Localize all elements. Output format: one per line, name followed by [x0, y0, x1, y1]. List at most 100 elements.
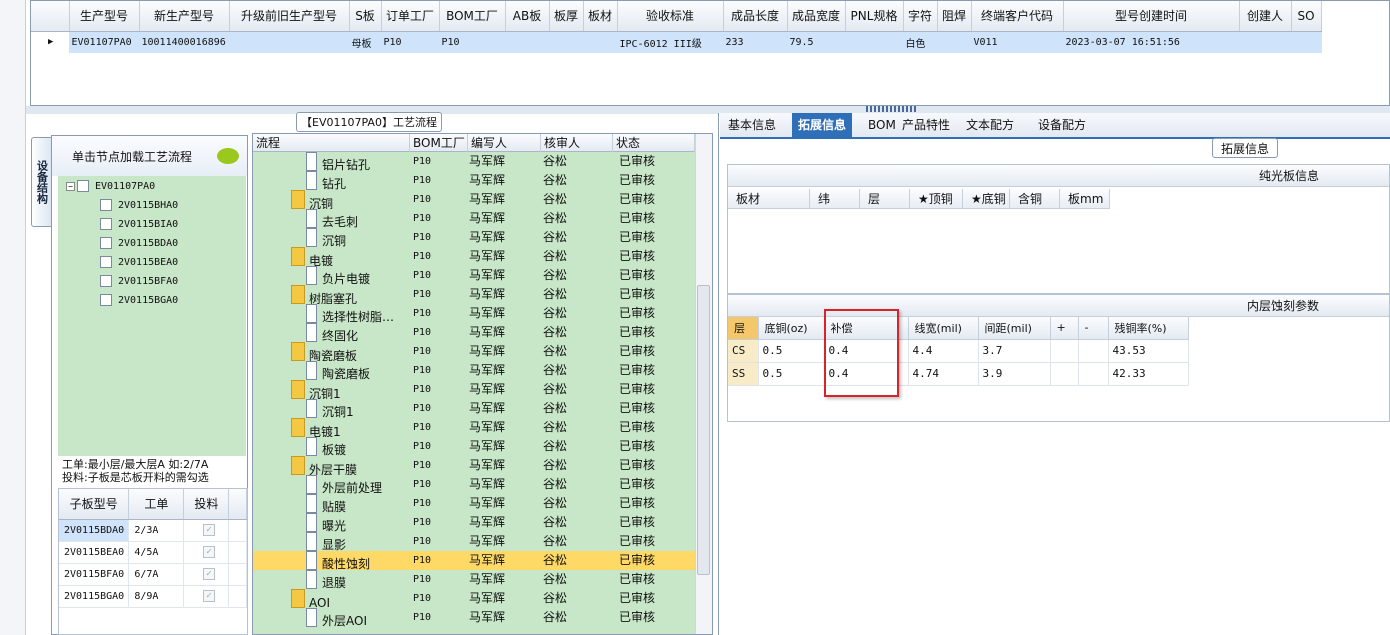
- tree-node-child[interactable]: 2V0115BEA0: [100, 253, 178, 271]
- process-row[interactable]: 电镀1 P10 马军辉 谷松 已审核: [253, 418, 695, 437]
- sub-grid-row[interactable]: 2V0115BGA0 8/9A ✓: [59, 585, 247, 608]
- board-tree[interactable]: − EV01107PA0 2V0115BHA0 2V0115BIA0 2V0115BDA…: [58, 176, 246, 456]
- grid-col-header[interactable]: 成品宽度: [787, 1, 846, 32]
- tree-node-root[interactable]: − EV01107PA0: [66, 177, 155, 195]
- process-step-name[interactable]: 负片电镀: [306, 266, 416, 285]
- inner-etch-cell[interactable]: [1078, 362, 1109, 386]
- process-step-name[interactable]: 终固化: [306, 323, 416, 342]
- tree-checkbox[interactable]: [100, 237, 112, 249]
- process-step-name[interactable]: 电镀1: [291, 418, 401, 437]
- tree-node-child[interactable]: 2V0115BDA0: [100, 234, 178, 252]
- process-row[interactable]: 显影 P10 马军辉 谷松 已审核: [253, 532, 695, 551]
- feeding-cell[interactable]: ✓: [183, 541, 230, 564]
- process-step-name[interactable]: 选择性树脂…: [306, 304, 416, 323]
- grid-cell[interactable]: EV01107PA0: [69, 31, 140, 53]
- grid-cell[interactable]: P10: [381, 31, 440, 53]
- process-step-name[interactable]: 沉铜1: [291, 380, 401, 399]
- grid-col-header[interactable]: BOM工厂: [439, 1, 506, 32]
- inner-etch-cell[interactable]: 0.5: [758, 339, 825, 363]
- sub-board-workorder[interactable]: 6/7A: [128, 563, 185, 586]
- plain-board-col[interactable]: ★底铜: [963, 189, 1010, 209]
- process-step-name[interactable]: 沉铜: [291, 190, 401, 209]
- plain-board-col[interactable]: 板材: [728, 189, 810, 209]
- process-row[interactable]: 陶瓷磨板 P10 马军辉 谷松 已审核: [253, 361, 695, 380]
- process-row[interactable]: 酸性蚀刻 P10 马军辉 谷松 已审核: [253, 551, 695, 570]
- grid-col-header[interactable]: 板厚: [549, 1, 584, 32]
- grid-cell[interactable]: [583, 31, 618, 53]
- tab-4[interactable]: 文本配方: [960, 113, 1020, 137]
- grid-selected-row[interactable]: ▶ EV01107PA0 10011400016896 母板 P10 P10 IPC-601…: [31, 31, 1322, 53]
- inner-etch-cell[interactable]: 4.74: [908, 362, 979, 386]
- side-tab-equipment-structure[interactable]: 设备结构: [31, 137, 51, 227]
- inner-etch-col[interactable]: 底铜(oz): [758, 317, 825, 340]
- inner-etch-row[interactable]: SS 0.5 0.4 4.74 3.9 42.33: [728, 362, 1189, 386]
- process-step-name[interactable]: 陶瓷磨板: [306, 361, 416, 380]
- inner-etch-col[interactable]: +: [1050, 317, 1079, 340]
- process-row[interactable]: 沉铜 P10 马军辉 谷松 已审核: [253, 190, 695, 209]
- sub-grid-row[interactable]: 2V0115BDA0 2/3A ✓: [59, 519, 247, 542]
- grid-cell[interactable]: [1291, 31, 1322, 53]
- plain-board-col[interactable]: 含铜: [1010, 189, 1060, 209]
- process-col-header[interactable]: 核审人: [541, 134, 613, 152]
- plain-board-col[interactable]: 层: [860, 189, 910, 209]
- process-step-name[interactable]: 树脂塞孔: [291, 285, 401, 304]
- grid-col-header[interactable]: 字符: [903, 1, 938, 32]
- process-step-name[interactable]: 沉铜: [306, 228, 416, 247]
- sub-board-grid[interactable]: 子板型号 工单 投料 2V0115BDA0 2/3A ✓ 2V0115BEA0 4/5A ✓ 2…: [58, 488, 248, 635]
- process-step-name[interactable]: 外层前处理: [306, 475, 416, 494]
- grid-col-header[interactable]: SO: [1291, 1, 1322, 32]
- process-row[interactable]: AOI P10 马军辉 谷松 已审核: [253, 589, 695, 608]
- tree-checkbox[interactable]: [100, 218, 112, 230]
- inner-etch-row[interactable]: CS 0.5 0.4 4.4 3.7 43.53: [728, 339, 1189, 363]
- sub-board-model[interactable]: 2V0115BGA0: [59, 585, 130, 608]
- grid-cell[interactable]: [1239, 31, 1292, 53]
- grid-col-header[interactable]: 成品长度: [723, 1, 788, 32]
- sub-grid-col[interactable]: 子板型号: [59, 489, 130, 520]
- plain-board-col[interactable]: 板mm: [1060, 189, 1110, 209]
- process-step-name[interactable]: 外层干膜: [291, 456, 401, 475]
- sub-board-workorder[interactable]: 4/5A: [128, 541, 185, 564]
- grid-col-header[interactable]: 阻焊: [937, 1, 972, 32]
- process-row[interactable]: 去毛刺 P10 马军辉 谷松 已审核: [253, 209, 695, 228]
- grid-col-header[interactable]: 终端客户代码: [971, 1, 1064, 32]
- sub-board-model[interactable]: 2V0115BDA0: [59, 519, 130, 542]
- tree-checkbox[interactable]: [100, 199, 112, 211]
- sub-grid-col[interactable]: 投料: [183, 489, 230, 520]
- sub-board-workorder[interactable]: 8/9A: [128, 585, 185, 608]
- inner-etch-col[interactable]: 线宽(mil): [908, 317, 979, 340]
- process-row[interactable]: 电镀 P10 马军辉 谷松 已审核: [253, 247, 695, 266]
- inner-etch-cell[interactable]: 42.33: [1108, 362, 1189, 386]
- process-step-name[interactable]: 去毛刺: [306, 209, 416, 228]
- process-step-name[interactable]: 沉铜1: [306, 399, 416, 418]
- grid-cell[interactable]: [845, 31, 904, 53]
- inner-etch-cell[interactable]: 0.5: [758, 362, 825, 386]
- feeding-checkbox[interactable]: ✓: [202, 590, 215, 602]
- process-row[interactable]: 沉铜1 P10 马军辉 谷松 已审核: [253, 399, 695, 418]
- grid-cell[interactable]: [505, 31, 550, 53]
- inner-etch-col[interactable]: 间距(mil): [978, 317, 1051, 340]
- process-row[interactable]: 曝光 P10 马军辉 谷松 已审核: [253, 513, 695, 532]
- process-step-name[interactable]: 钻孔: [306, 171, 416, 190]
- inner-etch-col[interactable]: 残铜率(%): [1108, 317, 1189, 340]
- feeding-cell[interactable]: ✓: [183, 519, 230, 542]
- inner-etch-cell[interactable]: [1050, 339, 1079, 363]
- grid-col-header[interactable]: PNL规格: [845, 1, 904, 32]
- sub-grid-row[interactable]: 2V0115BFA0 6/7A ✓: [59, 563, 247, 586]
- process-row[interactable]: 钻孔 P10 马军辉 谷松 已审核: [253, 171, 695, 190]
- tree-checkbox[interactable]: [100, 275, 112, 287]
- plain-board-col[interactable]: ★顶铜: [910, 189, 963, 209]
- grid-cell[interactable]: 2023-03-07 16:51:56: [1063, 31, 1240, 53]
- process-row[interactable]: 终固化 P10 马军辉 谷松 已审核: [253, 323, 695, 342]
- inner-etch-cell[interactable]: 3.9: [978, 362, 1051, 386]
- tree-node-child[interactable]: 2V0115BHA0: [100, 196, 178, 214]
- process-row[interactable]: 沉铜 P10 马军辉 谷松 已审核: [253, 228, 695, 247]
- grid-col-header[interactable]: 升级前旧生产型号: [229, 1, 350, 32]
- inner-etch-col[interactable]: 层: [728, 317, 759, 340]
- process-row[interactable]: 陶瓷磨板 P10 马军辉 谷松 已审核: [253, 342, 695, 361]
- process-row[interactable]: 外层AOI P10 马军辉 谷松 已审核: [253, 608, 695, 627]
- grid-cell[interactable]: [549, 31, 584, 53]
- sub-grid-row[interactable]: 2V0115BEA0 4/5A ✓: [59, 541, 247, 564]
- process-step-name[interactable]: 酸性蚀刻: [306, 551, 416, 570]
- inner-etch-cell[interactable]: CS: [728, 339, 759, 363]
- inner-etch-cell[interactable]: [1050, 362, 1079, 386]
